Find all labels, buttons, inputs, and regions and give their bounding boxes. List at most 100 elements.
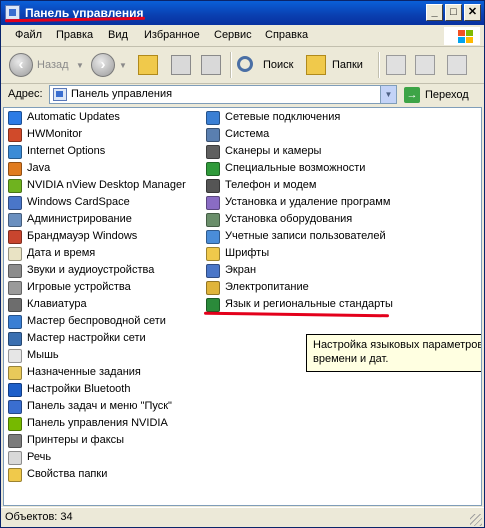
menu-help[interactable]: Справка (265, 29, 308, 41)
control-panel-item-label: Сканеры и камеры (225, 145, 322, 157)
menu-edit[interactable]: Правка (56, 29, 93, 41)
control-panel-item-label: Учетные записи пользователей (225, 230, 386, 242)
control-panel-item-label: Язык и региональные стандарты (225, 298, 393, 310)
control-panel-item-label: Internet Options (27, 145, 106, 157)
title-bar[interactable]: Панель управления _ □ ✕ (1, 1, 484, 25)
menu-bar: Файл Правка Вид Избранное Сервис Справка (1, 25, 484, 47)
menu-view[interactable]: Вид (108, 29, 128, 41)
printers-icon (8, 434, 22, 448)
close-button[interactable]: ✕ (464, 4, 481, 21)
red-annotation-underline (203, 311, 390, 318)
back-button[interactable]: ‹ (9, 53, 33, 77)
control-panel-icon (5, 5, 20, 20)
go-button[interactable]: Переход (425, 89, 469, 101)
control-panel-icon (53, 88, 67, 101)
folders-label[interactable]: Папки (332, 59, 363, 71)
status-bar: Объектов: 34 (1, 507, 484, 527)
explorer-window: Панель управления _ □ ✕ Файл Правка Вид … (0, 0, 485, 528)
control-panel-item-label: Речь (27, 451, 52, 463)
back-label: Назад (37, 59, 69, 71)
control-panel-item-label: Телефон и модем (225, 179, 317, 191)
menu-file[interactable]: Файл (15, 29, 42, 41)
sound-icon (8, 264, 22, 278)
fonts-icon (206, 247, 220, 261)
control-panel-item-label: Назначенные задания (27, 366, 141, 378)
wireless-network-icon (8, 315, 22, 329)
folders-icon[interactable] (306, 55, 326, 75)
control-panel-item-label: HWMonitor (27, 128, 83, 140)
address-input[interactable]: Панель управления ▼ (49, 85, 397, 104)
minimize-button[interactable]: _ (426, 4, 443, 21)
go-arrow-icon[interactable]: → (404, 87, 420, 103)
move-to-icon[interactable] (386, 55, 406, 75)
maximize-button[interactable]: □ (445, 4, 462, 21)
control-panel-item-label: Свойства папки (27, 468, 108, 480)
control-panel-item-label: Брандмауэр Windows (27, 230, 138, 242)
folder-options-icon (8, 468, 22, 482)
address-value: Панель управления (71, 88, 173, 100)
address-label: Адрес: (8, 88, 43, 100)
control-panel-item-label: Настройки Bluetooth (27, 383, 131, 395)
tooltip: Настройка языковых параметров, времени и… (306, 334, 482, 372)
control-panel-item-label: Установка и удаление программ (225, 196, 391, 208)
toolbar: ‹ Назад ▼ › ▼ Поиск Папки (1, 47, 484, 84)
menu-tools[interactable]: Сервис (214, 29, 252, 41)
new-item-icon[interactable] (171, 55, 191, 75)
hwmonitor-icon (8, 128, 22, 142)
system-icon (206, 128, 220, 142)
control-panel-item-label: Мышь (27, 349, 59, 361)
control-panel-item-label: Сетевые подключения (225, 111, 341, 123)
accessibility-icon (206, 162, 220, 176)
control-panel-item-label: NVIDIA nView Desktop Manager (27, 179, 186, 191)
administration-icon (8, 213, 22, 227)
control-panel-item-label: Панель управления NVIDIA (27, 417, 168, 429)
scheduled-tasks-icon (8, 366, 22, 380)
game-controller-icon (8, 281, 22, 295)
views-icon[interactable] (447, 55, 467, 75)
control-panel-item-label: Специальные возможности (225, 162, 366, 174)
forward-button[interactable]: › (91, 53, 115, 77)
nvidia-control-panel-icon (8, 417, 22, 431)
add-hardware-icon (206, 213, 220, 227)
windows-cardspace-icon (8, 196, 22, 210)
tooltip-line-1: Настройка языковых параметров, (313, 339, 482, 351)
control-panel-item-label: Клавиатура (27, 298, 87, 310)
address-dropdown-icon[interactable]: ▼ (380, 86, 396, 103)
control-panel-item-label: Панель задач и меню "Пуск" (27, 400, 172, 412)
taskbar-icon (8, 400, 22, 414)
control-panel-item-label: Дата и время (27, 247, 96, 259)
control-panel-item-label: Шрифты (225, 247, 270, 259)
control-panel-item-label: Система (225, 128, 270, 140)
control-panel-item-label: Электропитание (225, 281, 309, 293)
control-panel-item-label: Экран (225, 264, 257, 276)
control-panel-items: Automatic Updates HWMonitor Internet Optio… (3, 107, 482, 506)
control-panel-item-label: Automatic Updates (27, 111, 120, 123)
java-icon (8, 162, 22, 176)
windows-logo-icon (444, 27, 480, 45)
copy-to-icon[interactable] (415, 55, 435, 75)
add-remove-programs-icon (206, 196, 220, 210)
menu-favorites[interactable]: Избранное (144, 29, 200, 41)
search-icon[interactable] (237, 56, 253, 72)
forward-dropdown-icon[interactable]: ▼ (119, 61, 127, 70)
control-panel-item-label: Windows CardSpace (27, 196, 130, 208)
back-dropdown-icon[interactable]: ▼ (76, 61, 84, 70)
control-panel-item-label: Java (27, 162, 51, 174)
control-panel-item-label: Администрирование (27, 213, 132, 225)
toolbar-separator (378, 52, 380, 78)
resize-grip[interactable] (470, 514, 482, 526)
phone-modem-icon (206, 179, 220, 193)
keyboard-icon (8, 298, 22, 312)
control-panel-item-label: Мастер настройки сети (27, 332, 146, 344)
network-connections-icon (206, 111, 220, 125)
control-panel-item-label: Игровые устройства (27, 281, 131, 293)
internet-options-icon (8, 145, 22, 159)
tooltip-line-2: времени и дат. (313, 353, 389, 365)
delete-icon[interactable] (201, 55, 221, 75)
search-label[interactable]: Поиск (263, 59, 293, 71)
up-folder-icon[interactable] (138, 55, 158, 75)
firewall-icon (8, 230, 22, 244)
power-options-icon (206, 281, 220, 295)
display-icon (206, 264, 220, 278)
mouse-icon (8, 349, 22, 363)
